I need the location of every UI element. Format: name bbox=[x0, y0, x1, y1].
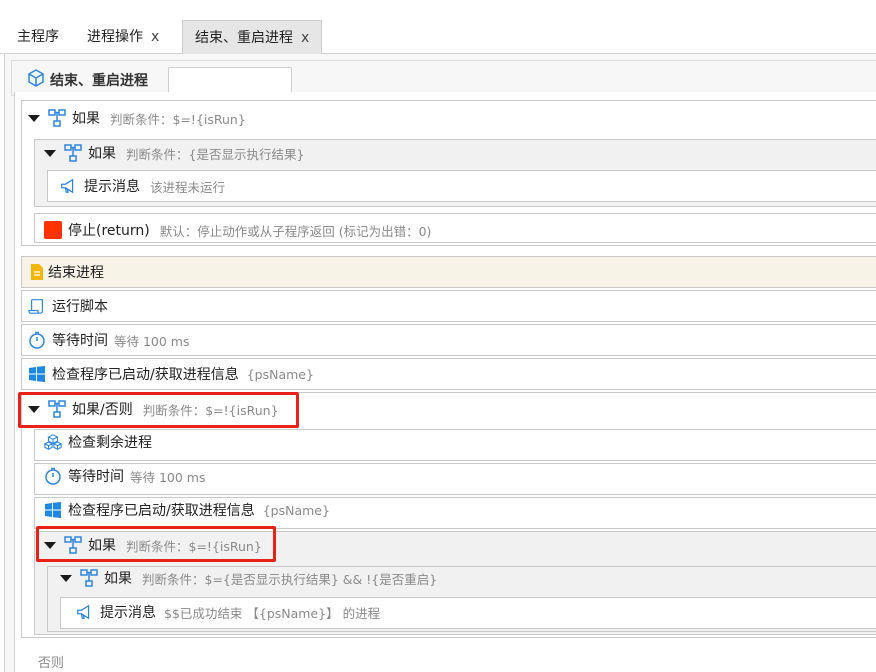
node-title: 如果 bbox=[88, 146, 116, 162]
script-icon bbox=[28, 297, 46, 315]
node-title: 如果 bbox=[104, 571, 132, 587]
node-title: 等待时间 bbox=[68, 469, 124, 485]
tab-process-ops[interactable]: 进程操作 x bbox=[87, 20, 159, 54]
tab-label: 进程操作 bbox=[87, 29, 143, 45]
close-icon[interactable]: x bbox=[151, 29, 159, 45]
highlight-box bbox=[18, 392, 299, 428]
node-title: 如果 bbox=[72, 111, 100, 127]
if-row[interactable]: 如果 判断条件：{是否显示执行结果} bbox=[44, 137, 304, 169]
timer-icon bbox=[28, 331, 46, 349]
panel-header: 结束、重启进程 bbox=[11, 60, 876, 96]
node-condition: 该进程未运行 bbox=[150, 179, 226, 195]
tab-main-program[interactable]: 主程序 bbox=[17, 20, 59, 54]
else-label[interactable]: 否则 bbox=[38, 652, 64, 671]
node-condition: 等待 100 ms bbox=[130, 469, 206, 485]
node-condition: 判断条件：$={是否显示执行结果} && !{是否重启} bbox=[142, 571, 438, 587]
branch-icon bbox=[48, 109, 66, 127]
megaphone-icon bbox=[60, 177, 78, 195]
collapse-icon[interactable] bbox=[44, 149, 56, 157]
node-condition: 等待 100 ms bbox=[114, 333, 190, 349]
node-title: 运行脚本 bbox=[52, 299, 108, 315]
search-input[interactable] bbox=[168, 67, 292, 93]
collapse-icon[interactable] bbox=[28, 114, 40, 122]
node-condition: 判断条件：$=!{isRun} bbox=[110, 111, 246, 127]
end-process-label[interactable]: 结束进程 bbox=[28, 256, 104, 288]
highlight-box bbox=[36, 526, 276, 562]
node-condition: {psName} bbox=[246, 366, 314, 382]
wait-label[interactable]: 等待时间 等待 100 ms bbox=[28, 324, 190, 356]
if-row[interactable]: 如果 判断条件：$={是否显示执行结果} && !{是否重启} bbox=[60, 562, 437, 594]
message-row[interactable]: 提示消息 $$已成功结束 【{psName}】 的进程 bbox=[76, 596, 380, 628]
if-row[interactable]: 如果 判断条件：$=!{isRun} bbox=[28, 102, 246, 134]
close-icon[interactable]: x bbox=[301, 30, 309, 46]
node-title: 停止(return) bbox=[68, 223, 150, 239]
node-title: 提示消息 bbox=[100, 605, 156, 621]
windows-icon bbox=[28, 365, 46, 383]
megaphone-icon bbox=[76, 603, 94, 621]
timer-icon bbox=[44, 467, 62, 485]
node-condition: {psName} bbox=[262, 502, 330, 518]
boxes-icon bbox=[44, 433, 62, 451]
stop-row[interactable]: 停止(return) 默认：停止动作或从子程序返回 (标记为出错：0) bbox=[44, 214, 431, 246]
branch-icon bbox=[64, 144, 82, 162]
end-process-row[interactable] bbox=[21, 256, 876, 288]
branch-icon bbox=[80, 569, 98, 587]
node-title: 检查剩余进程 bbox=[68, 435, 152, 451]
check-process-label[interactable]: 检查程序已启动/获取进程信息 {psName} bbox=[44, 494, 330, 526]
check-remaining-row[interactable] bbox=[34, 429, 876, 461]
wait-label[interactable]: 等待时间 等待 100 ms bbox=[44, 460, 206, 492]
node-title: 检查程序已启动/获取进程信息 bbox=[52, 367, 239, 383]
node-condition: 默认：停止动作或从子程序返回 (标记为出错：0) bbox=[159, 223, 432, 239]
cube-icon bbox=[26, 68, 46, 92]
tab-bar: 主程序 进程操作 x 结束、重启进程 x bbox=[0, 0, 876, 54]
node-condition: $$已成功结束 【{psName}】 的进程 bbox=[164, 605, 381, 621]
run-script-row[interactable] bbox=[21, 290, 876, 322]
run-script-label[interactable]: 运行脚本 bbox=[28, 290, 108, 322]
check-remaining-label[interactable]: 检查剩余进程 bbox=[44, 426, 152, 458]
node-title: 等待时间 bbox=[52, 333, 108, 349]
stop-icon bbox=[44, 221, 62, 239]
check-process-label[interactable]: 检查程序已启动/获取进程信息 {psName} bbox=[28, 358, 314, 390]
tab-label: 主程序 bbox=[17, 29, 59, 45]
windows-icon bbox=[44, 501, 62, 519]
node-title: 提示消息 bbox=[84, 179, 140, 195]
node-condition: 判断条件：{是否显示执行结果} bbox=[126, 146, 305, 162]
node-title: 结束进程 bbox=[48, 265, 104, 281]
panel-title: 结束、重启进程 bbox=[50, 73, 148, 89]
message-row[interactable]: 提示消息 该进程未运行 bbox=[60, 170, 225, 202]
node-title: 检查程序已启动/获取进程信息 bbox=[68, 503, 255, 519]
document-icon bbox=[28, 263, 46, 281]
tab-label: 结束、重启进程 bbox=[195, 30, 293, 46]
tab-end-restart-process[interactable]: 结束、重启进程 x bbox=[182, 20, 323, 54]
collapse-icon[interactable] bbox=[60, 574, 72, 582]
